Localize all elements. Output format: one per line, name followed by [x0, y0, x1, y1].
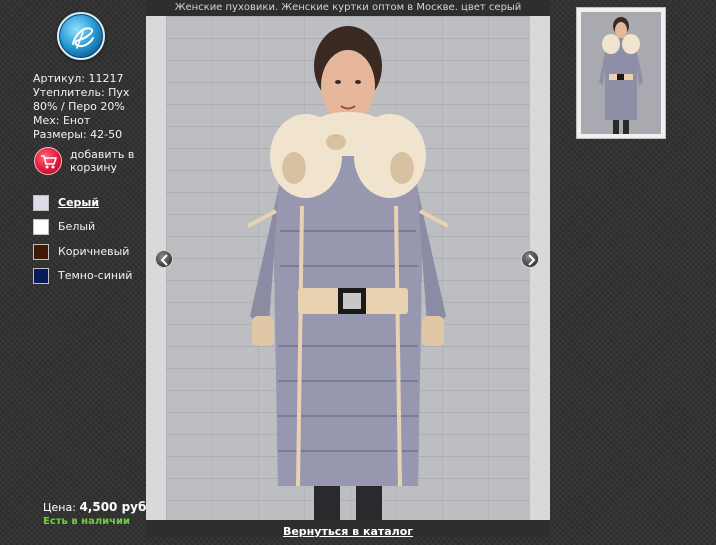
brand-logo-icon — [72, 27, 94, 49]
sku-text: Артикул: 11217 — [33, 72, 124, 85]
color-option-label: Коричневый — [58, 244, 130, 258]
price: Цена: 4,500 руб. — [43, 500, 151, 514]
price-label: Цена: — [43, 501, 76, 514]
color-option-navy[interactable]: Темно-синий — [33, 267, 148, 284]
chevron-right-icon — [528, 254, 536, 266]
filling-text: Утеплитель: Пух 80% / Перо 20% — [33, 86, 130, 113]
shopping-cart-icon — [34, 147, 62, 175]
color-swatch — [33, 195, 49, 211]
product-photo — [166, 16, 530, 520]
sizes-text: Размеры: 42-50 — [33, 128, 123, 141]
price-value: 4,500 руб. — [79, 500, 151, 514]
color-options: Серый Белый Коричневый Темно-синий — [33, 195, 148, 292]
viewer-bottom-bar: Вернуться в каталог — [146, 520, 550, 538]
viewer-title: Женские пуховики. Женские куртки оптом в… — [146, 0, 550, 16]
photo-viewer: Женские пуховики. Женские куртки оптом в… — [146, 0, 550, 538]
photo-thumbnail[interactable] — [576, 7, 666, 139]
color-option-label: Белый — [58, 220, 96, 234]
stock-status: Есть в наличии — [43, 516, 131, 527]
add-to-cart-label: добавить в корзину — [70, 148, 135, 174]
previous-photo-button[interactable] — [155, 250, 173, 268]
color-option-white[interactable]: Белый — [33, 219, 148, 236]
color-option-label: Темно-синий — [58, 268, 133, 282]
color-swatch — [33, 219, 49, 236]
color-swatch — [33, 243, 49, 260]
color-option-label: Серый — [58, 196, 100, 209]
next-photo-button[interactable] — [521, 250, 539, 268]
fur-text: Мех: Енот — [33, 114, 91, 127]
product-specs: Артикул: 11217 Утеплитель: Пух 80% / Пер… — [33, 72, 148, 142]
add-to-cart-button[interactable]: добавить в корзину — [34, 147, 144, 179]
brand-logo[interactable] — [57, 12, 105, 60]
chevron-left-icon — [160, 254, 168, 266]
thumbnail-image — [581, 12, 661, 134]
color-option-gray[interactable]: Серый — [33, 195, 148, 211]
color-option-brown[interactable]: Коричневый — [33, 243, 148, 260]
color-swatch — [33, 267, 49, 284]
back-to-catalog-link[interactable]: Вернуться в каталог — [283, 525, 413, 538]
